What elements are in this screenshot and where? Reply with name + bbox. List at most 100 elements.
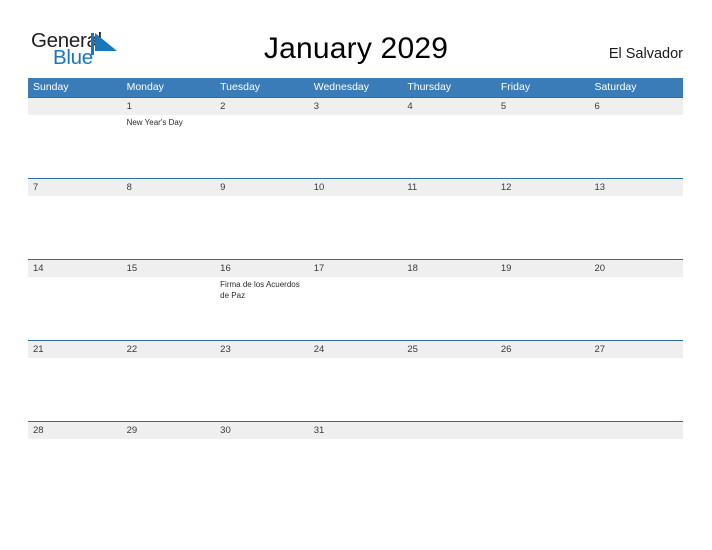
date-number[interactable]	[589, 422, 683, 439]
calendar-week-row: 1 2 3 4 5 6 New Year's Day	[28, 97, 683, 178]
week-event-cells: New Year's Day	[28, 115, 683, 178]
week-event-cells	[28, 358, 683, 421]
day-cell[interactable]	[402, 439, 496, 457]
day-cell[interactable]	[28, 439, 122, 457]
calendar-page: General Blue January 2029 El Salvador Su…	[0, 0, 712, 550]
date-number[interactable]: 2	[215, 98, 309, 115]
date-number[interactable]: 8	[122, 179, 216, 196]
date-number[interactable]: 16	[215, 260, 309, 277]
day-cell[interactable]	[496, 196, 590, 259]
date-number[interactable]	[402, 422, 496, 439]
calendar-week-row: 28 29 30 31	[28, 421, 683, 457]
date-number[interactable]: 4	[402, 98, 496, 115]
day-cell[interactable]	[402, 115, 496, 178]
date-number[interactable]: 26	[496, 341, 590, 358]
weekday-header-monday: Monday	[126, 81, 164, 93]
day-cell[interactable]	[496, 277, 590, 340]
date-number[interactable]: 24	[309, 341, 403, 358]
calendar-week-row: 7 8 9 10 11 12 13	[28, 178, 683, 259]
day-cell[interactable]	[28, 196, 122, 259]
date-number[interactable]: 5	[496, 98, 590, 115]
week-date-numbers: 7 8 9 10 11 12 13	[28, 179, 683, 196]
date-number[interactable]: 12	[496, 179, 590, 196]
date-number[interactable]: 3	[309, 98, 403, 115]
day-cell[interactable]	[309, 439, 403, 457]
week-event-cells: Firma de los Acuerdos de Paz	[28, 277, 683, 340]
date-number[interactable]: 11	[402, 179, 496, 196]
date-number[interactable]: 21	[28, 341, 122, 358]
day-cell[interactable]	[309, 115, 403, 178]
date-number[interactable]: 15	[122, 260, 216, 277]
date-number[interactable]: 17	[309, 260, 403, 277]
weekday-header-tuesday: Tuesday	[220, 81, 261, 93]
date-number[interactable]: 29	[122, 422, 216, 439]
date-number[interactable]: 19	[496, 260, 590, 277]
day-cell[interactable]	[589, 358, 683, 421]
date-number[interactable]: 13	[589, 179, 683, 196]
calendar-weekday-header: Sunday Monday Tuesday Wednesday Thursday…	[28, 78, 683, 97]
day-cell[interactable]	[309, 277, 403, 340]
day-cell[interactable]	[589, 196, 683, 259]
date-number[interactable]: 22	[122, 341, 216, 358]
date-number[interactable]: 28	[28, 422, 122, 439]
week-date-numbers: 21 22 23 24 25 26 27	[28, 341, 683, 358]
week-date-numbers: 1 2 3 4 5 6	[28, 98, 683, 115]
date-number[interactable]: 20	[589, 260, 683, 277]
date-number[interactable]: 14	[28, 260, 122, 277]
event-label: Firma de los Acuerdos de Paz	[220, 280, 300, 300]
date-number[interactable]: 9	[215, 179, 309, 196]
week-date-numbers: 14 15 16 17 18 19 20	[28, 260, 683, 277]
weekday-header-friday: Friday	[500, 81, 531, 93]
weekday-header-thursday: Thursday	[407, 81, 452, 93]
day-cell[interactable]: New Year's Day	[122, 115, 216, 178]
date-number[interactable]: 6	[589, 98, 683, 115]
weekday-header-sunday: Sunday	[33, 81, 69, 93]
day-cell[interactable]	[215, 196, 309, 259]
day-cell[interactable]	[215, 439, 309, 457]
day-cell[interactable]	[215, 115, 309, 178]
day-cell[interactable]	[402, 277, 496, 340]
calendar-grid: Sunday Monday Tuesday Wednesday Thursday…	[28, 78, 683, 457]
day-cell[interactable]	[496, 115, 590, 178]
day-cell[interactable]	[122, 196, 216, 259]
region-label: El Salvador	[608, 46, 683, 62]
day-cell[interactable]	[589, 439, 683, 457]
date-number[interactable]: 25	[402, 341, 496, 358]
day-cell[interactable]	[402, 196, 496, 259]
date-number[interactable]: 27	[589, 341, 683, 358]
calendar-week-row: 14 15 16 17 18 19 20 Firma de los Acuerd…	[28, 259, 683, 340]
day-cell[interactable]	[496, 358, 590, 421]
day-cell[interactable]	[402, 358, 496, 421]
date-number[interactable]: 23	[215, 341, 309, 358]
day-cell[interactable]	[309, 196, 403, 259]
weekday-header-wednesday: Wednesday	[313, 81, 369, 93]
calendar-week-row: 21 22 23 24 25 26 27	[28, 340, 683, 421]
day-cell[interactable]	[496, 439, 590, 457]
day-cell[interactable]	[28, 358, 122, 421]
date-number[interactable]	[496, 422, 590, 439]
day-cell[interactable]	[122, 439, 216, 457]
day-cell[interactable]	[589, 277, 683, 340]
date-number[interactable]: 7	[28, 179, 122, 196]
date-number[interactable]: 31	[309, 422, 403, 439]
day-cell[interactable]	[589, 115, 683, 178]
day-cell[interactable]	[122, 277, 216, 340]
page-title: January 2029	[263, 32, 449, 65]
day-cell[interactable]	[28, 115, 122, 178]
date-number[interactable]: 18	[402, 260, 496, 277]
date-number[interactable]: 30	[215, 422, 309, 439]
weekday-header-saturday: Saturday	[594, 81, 637, 93]
day-cell[interactable]	[309, 358, 403, 421]
event-label: New Year's Day	[126, 118, 183, 127]
day-cell[interactable]	[28, 277, 122, 340]
day-cell[interactable]	[122, 358, 216, 421]
day-cell[interactable]: Firma de los Acuerdos de Paz	[215, 277, 309, 340]
week-event-cells	[28, 196, 683, 259]
date-number[interactable]: 1	[122, 98, 216, 115]
week-event-cells	[28, 439, 683, 457]
date-number[interactable]	[28, 98, 122, 115]
day-cell[interactable]	[215, 358, 309, 421]
page-header: General Blue January 2029 El Salvador	[0, 0, 712, 78]
week-date-numbers: 28 29 30 31	[28, 422, 683, 439]
date-number[interactable]: 10	[309, 179, 403, 196]
